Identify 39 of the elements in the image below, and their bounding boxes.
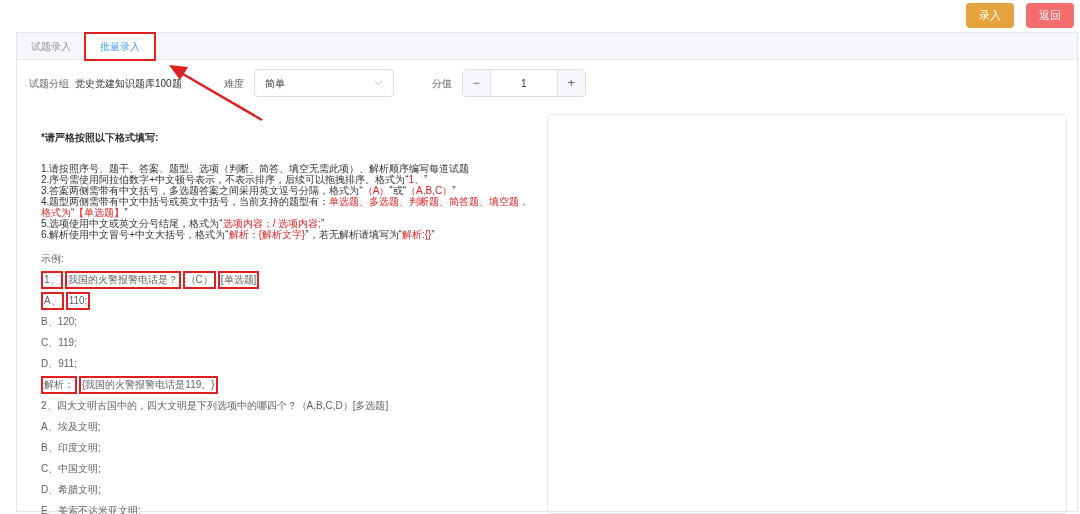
format-rule: 1.请按照序号、题干、答案、题型、选项（判断、简答、填空无需此项）、解析顺序编写每道试题 [41,163,471,174]
chevron-down-icon [373,80,383,86]
instructions-title: *请严格按照以下格式填写: [41,131,160,145]
field-label: 分值 [431,76,452,91]
format-rule: 3.答案两侧需带有中文括号，多选题答案之间采用英文逗号分隔，格式为“（A）”或“（A,B,C）” [41,185,457,196]
format-rule: 2.序号需使用阿拉伯数字+中文顿号表示，不表示排序，后续可以拖拽排序。格式为“1、” [41,174,428,185]
decrement-button[interactable]: − [462,70,491,96]
tab[interactable]: 试题录入 [17,33,85,60]
example-text: {我国的火警报警电话是119。} [79,375,218,394]
example-text: 2、四大文明古国中的，四大文明是下列选项中的哪四个？（A,B,C,D）[多选题] [41,398,389,413]
example-text: A、埃及文明; [41,419,101,434]
text-editor-area[interactable] [547,114,1067,514]
score-value: 1 [519,76,528,91]
example-text: D、911; [41,356,77,371]
group-value: 党史党建知识题库100题 [75,76,182,91]
example-text: [单选题] [217,270,260,289]
example-text: 解析： [41,375,77,394]
example-text: 我国的火警报警电话是？ [64,270,181,289]
score-stepper[interactable]: − 1 + [461,69,586,97]
example-text: C、119; [41,335,77,350]
format-rule: 5.选项使用中文或英文分号结尾，格式为“选项内容；/ 选项内容;” [41,218,325,229]
example-text: C、中国文明; [41,461,101,476]
example-text: A、 [41,291,64,310]
format-rule: 6.解析使用中文冒号+中文大括号，格式为“解析：{解析文字}”，若无解析请填写为“解析:{}” [41,229,436,240]
field-label: 难度 [223,76,244,91]
select-value: 简单 [264,76,285,91]
example-text: B、120; [41,314,78,329]
example-text: B、印度文明; [41,440,101,455]
example-label: 示例: [41,252,65,266]
example-text: 110; [65,291,91,310]
difficulty-select[interactable]: 简单 [253,69,394,97]
field-label: 试题分组 [29,76,69,91]
tab[interactable]: 批量录入 [85,33,155,60]
increment-button[interactable]: + [556,70,585,96]
example-text: D、希腊文明; [41,482,101,497]
example-text: （C） [182,270,216,289]
example-text: 1、 [41,270,63,289]
header-button[interactable]: 返回 [1026,3,1074,28]
format-rule: 4.题型两侧需带有中文中括号或英文中括号，当前支持的题型有：单选题、多选题、判断题、简答题、填空题，格式为“【单选题】” [41,196,531,218]
